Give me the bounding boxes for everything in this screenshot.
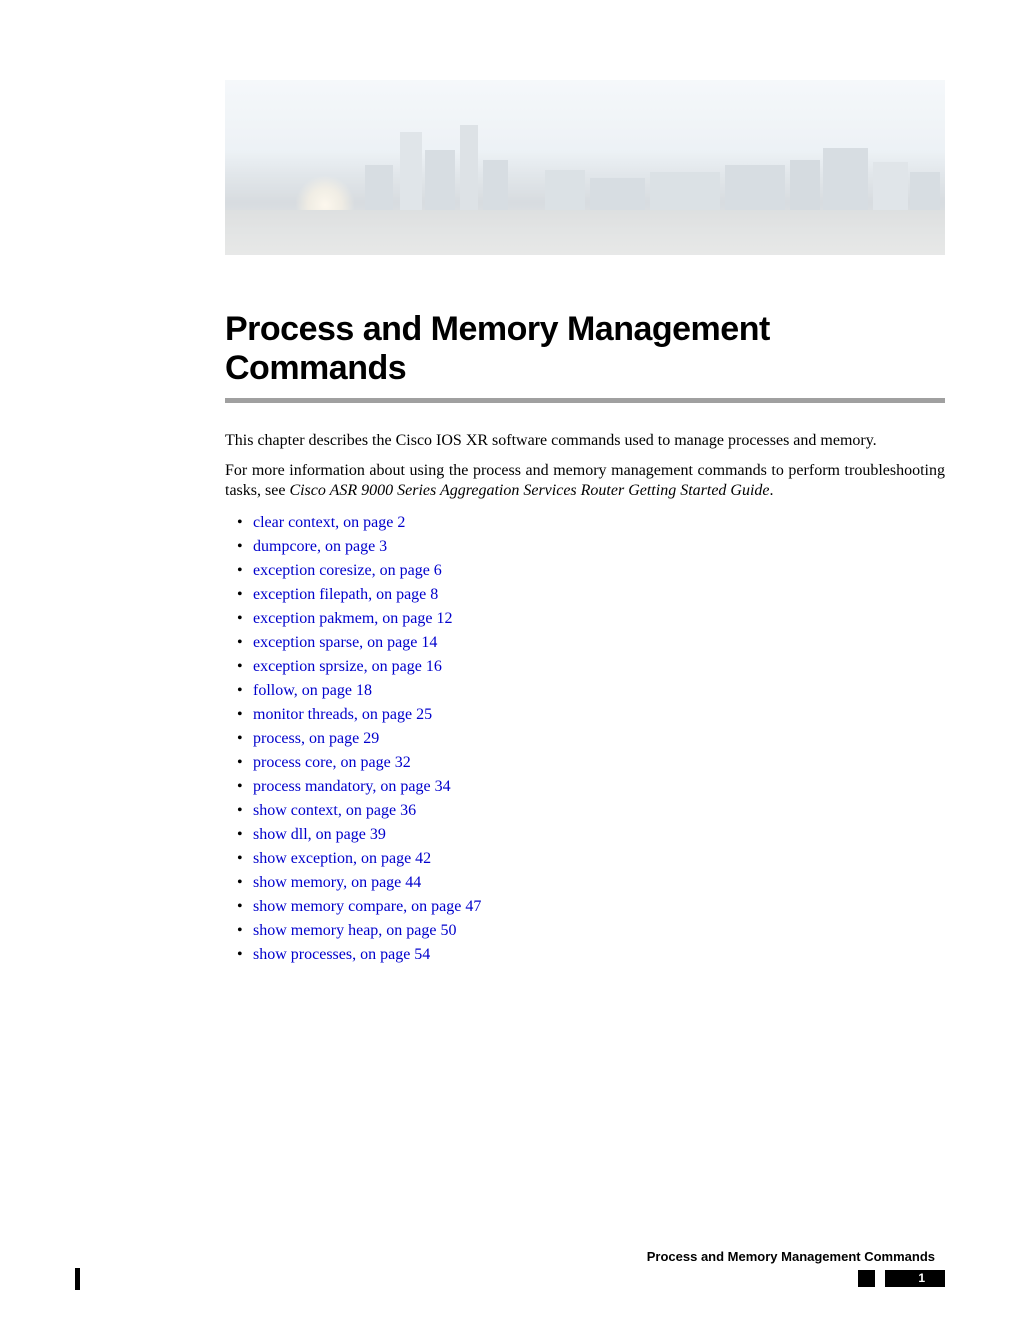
toc-link[interactable]: show processes, on page 54 bbox=[253, 946, 430, 963]
title-rule bbox=[225, 398, 945, 403]
toc-item: show context, on page 36 bbox=[253, 799, 945, 823]
intro-period: . bbox=[770, 482, 774, 499]
toc-link[interactable]: process mandatory, on page 34 bbox=[253, 778, 451, 795]
toc-link[interactable]: show memory, on page 44 bbox=[253, 874, 421, 891]
toc-link[interactable]: process core, on page 32 bbox=[253, 754, 411, 771]
toc-link[interactable]: exception sprsize, on page 16 bbox=[253, 658, 442, 675]
toc-item: show exception, on page 42 bbox=[253, 847, 945, 871]
toc-link[interactable]: exception filepath, on page 8 bbox=[253, 586, 438, 603]
chapter-title: Process and Memory Management Commands bbox=[225, 310, 945, 388]
toc-item: exception coresize, on page 6 bbox=[253, 559, 945, 583]
intro-paragraph-2: For more information about using the pro… bbox=[225, 461, 945, 501]
banner-image bbox=[225, 80, 945, 255]
toc-item: dumpcore, on page 3 bbox=[253, 535, 945, 559]
toc-item: monitor threads, on page 25 bbox=[253, 703, 945, 727]
intro-reference-title: Cisco ASR 9000 Series Aggregation Servic… bbox=[289, 482, 769, 499]
toc-item: exception sprsize, on page 16 bbox=[253, 655, 945, 679]
toc-item: process, on page 29 bbox=[253, 727, 945, 751]
footer-title: Process and Memory Management Commands bbox=[75, 1249, 945, 1264]
toc-link[interactable]: exception pakmem, on page 12 bbox=[253, 610, 453, 627]
toc-item: follow, on page 18 bbox=[253, 679, 945, 703]
toc-link[interactable]: follow, on page 18 bbox=[253, 682, 372, 699]
toc-link[interactable]: clear context, on page 2 bbox=[253, 514, 405, 531]
footer-page-bar bbox=[885, 1270, 945, 1287]
toc-link[interactable]: dumpcore, on page 3 bbox=[253, 538, 387, 555]
toc-list: clear context, on page 2 dumpcore, on pa… bbox=[225, 511, 945, 967]
toc-link[interactable]: show exception, on page 42 bbox=[253, 850, 431, 867]
toc-link[interactable]: show dll, on page 39 bbox=[253, 826, 386, 843]
toc-link[interactable]: process, on page 29 bbox=[253, 730, 379, 747]
footer-page-number: 1 bbox=[918, 1270, 925, 1287]
intro-paragraph-1: This chapter describes the Cisco IOS XR … bbox=[225, 431, 945, 451]
toc-link[interactable]: show context, on page 36 bbox=[253, 802, 416, 819]
footer-left-mark bbox=[75, 1268, 80, 1290]
footer-square-icon bbox=[858, 1270, 875, 1287]
toc-link[interactable]: exception coresize, on page 6 bbox=[253, 562, 442, 579]
toc-item: show dll, on page 39 bbox=[253, 823, 945, 847]
toc-item: process core, on page 32 bbox=[253, 751, 945, 775]
toc-item: exception pakmem, on page 12 bbox=[253, 607, 945, 631]
toc-item: show memory heap, on page 50 bbox=[253, 919, 945, 943]
toc-item: show processes, on page 54 bbox=[253, 943, 945, 967]
toc-item: exception filepath, on page 8 bbox=[253, 583, 945, 607]
toc-item: clear context, on page 2 bbox=[253, 511, 945, 535]
toc-link[interactable]: show memory compare, on page 47 bbox=[253, 898, 481, 915]
toc-link[interactable]: monitor threads, on page 25 bbox=[253, 706, 432, 723]
page-footer: Process and Memory Management Commands 1 bbox=[75, 1249, 945, 1290]
toc-item: exception sparse, on page 14 bbox=[253, 631, 945, 655]
toc-link[interactable]: show memory heap, on page 50 bbox=[253, 922, 457, 939]
toc-item: process mandatory, on page 34 bbox=[253, 775, 945, 799]
toc-item: show memory, on page 44 bbox=[253, 871, 945, 895]
toc-link[interactable]: exception sparse, on page 14 bbox=[253, 634, 437, 651]
toc-item: show memory compare, on page 47 bbox=[253, 895, 945, 919]
